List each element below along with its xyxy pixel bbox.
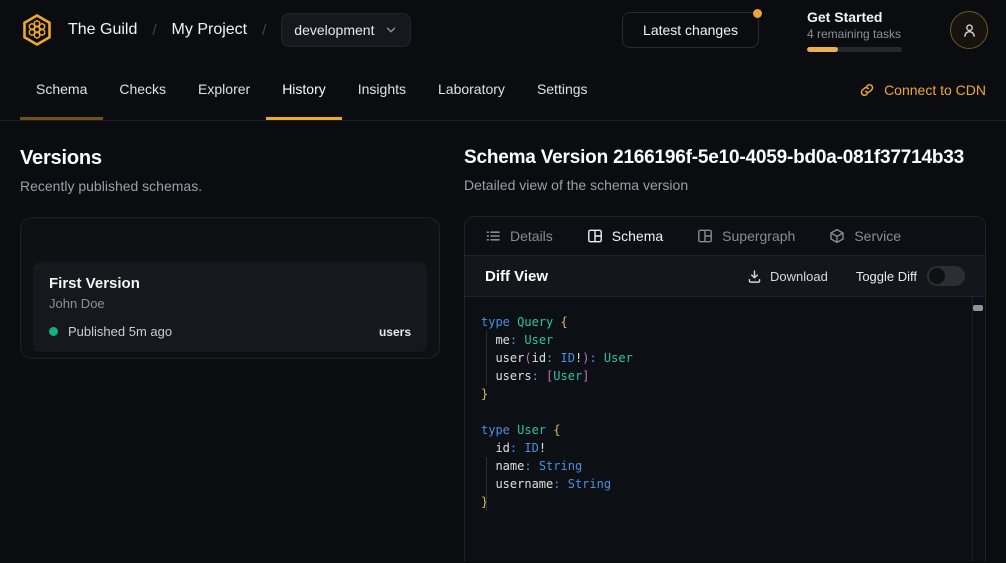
tab-details-label: Details xyxy=(510,228,553,244)
tab-service[interactable]: Service xyxy=(829,228,901,244)
breadcrumb-project[interactable]: My Project xyxy=(172,21,248,39)
get-started-title: Get Started xyxy=(807,9,902,25)
tab-schema-label: Schema xyxy=(612,228,663,244)
header-right-group: Latest changes Get Started 4 remaining t… xyxy=(622,9,988,52)
notification-dot xyxy=(753,9,762,18)
tab-schema-detail[interactable]: Schema xyxy=(587,228,663,244)
tab-insights[interactable]: Insights xyxy=(342,60,422,120)
download-label: Download xyxy=(770,269,828,284)
code-line: type Query { xyxy=(481,313,961,331)
tab-supergraph[interactable]: Supergraph xyxy=(697,228,795,244)
schema-version-subtitle: Detailed view of the schema version xyxy=(464,177,986,193)
published-status-dot xyxy=(49,327,58,336)
tab-details[interactable]: Details xyxy=(485,228,553,244)
tab-settings[interactable]: Settings xyxy=(521,60,604,120)
code-line: me: User xyxy=(481,331,961,349)
code-line: } xyxy=(481,493,961,511)
list-icon xyxy=(485,228,501,244)
tab-explorer[interactable]: Explorer xyxy=(182,60,266,120)
tab-schema[interactable]: Schema xyxy=(20,60,103,120)
breadcrumb-separator: / xyxy=(152,22,156,39)
connect-to-cdn-button[interactable]: Connect to CDN xyxy=(859,60,986,120)
user-avatar[interactable] xyxy=(950,11,988,49)
toggle-diff-label: Toggle Diff xyxy=(856,269,917,284)
code-line: users: [User] xyxy=(481,367,961,385)
indent-guide xyxy=(486,331,487,385)
toggle-diff-group: Toggle Diff xyxy=(856,266,965,286)
version-detail-tabs: Details Schema Sup xyxy=(465,217,985,255)
code-scrollbar-thumb[interactable] xyxy=(973,305,983,311)
versions-subtitle: Recently published schemas. xyxy=(20,178,440,194)
split-columns-icon xyxy=(587,228,603,244)
target-nav-tabs: Schema Checks Explorer History Insights … xyxy=(0,60,1006,121)
code-line: } xyxy=(481,385,961,403)
split-columns-icon xyxy=(697,228,713,244)
progress-fill xyxy=(807,47,838,52)
indent-guide xyxy=(486,457,487,511)
chevron-down-icon xyxy=(384,23,398,37)
main-content: Versions Recently published schemas. Fir… xyxy=(0,121,1006,561)
diff-view-header: Diff View Download Toggle Diff xyxy=(465,255,985,297)
download-button[interactable]: Download xyxy=(747,269,828,284)
environment-select[interactable]: development xyxy=(281,13,411,47)
diff-view-actions: Download Toggle Diff xyxy=(747,266,965,286)
tab-history[interactable]: History xyxy=(266,60,342,120)
cube-icon xyxy=(829,228,845,244)
tab-supergraph-label: Supergraph xyxy=(722,228,795,244)
version-status-row: Published 5m ago users xyxy=(49,324,411,339)
code-line xyxy=(481,403,961,421)
guild-honeycomb-logo[interactable] xyxy=(20,13,54,47)
code-scrollbar-track xyxy=(972,297,973,561)
code-line: id: ID! xyxy=(481,439,961,457)
diff-view-title: Diff View xyxy=(485,268,548,285)
breadcrumb-org[interactable]: The Guild xyxy=(68,21,137,39)
schema-version-title: Schema Version 2166196f-5e10-4059-bd0a-0… xyxy=(464,147,986,169)
version-detail-box: Details Schema Sup xyxy=(464,216,986,561)
versions-title: Versions xyxy=(20,147,440,170)
link-icon xyxy=(859,82,875,98)
download-icon xyxy=(747,269,762,284)
schema-code-viewer[interactable]: type Query { me: User user(id: ID!): Use… xyxy=(465,297,985,561)
version-detail-panel: Schema Version 2166196f-5e10-4059-bd0a-0… xyxy=(464,147,986,561)
code-line: username: String xyxy=(481,475,961,493)
breadcrumb: The Guild / My Project / development xyxy=(68,13,411,47)
versions-list-card: First Version John Doe Published 5m ago … xyxy=(20,217,440,359)
breadcrumb-separator: / xyxy=(262,22,266,39)
code-line: user(id: ID!): User xyxy=(481,349,961,367)
code-line: type User { xyxy=(481,421,961,439)
latest-changes-button[interactable]: Latest changes xyxy=(622,12,759,48)
version-name: First Version xyxy=(49,275,411,292)
tab-checks[interactable]: Checks xyxy=(103,60,182,120)
version-author: John Doe xyxy=(49,296,411,311)
top-header: The Guild / My Project / development Lat… xyxy=(0,0,1006,60)
toggle-knob xyxy=(929,268,945,284)
connect-to-cdn-label: Connect to CDN xyxy=(884,82,986,98)
get-started-widget[interactable]: Get Started 4 remaining tasks xyxy=(807,9,902,52)
get-started-progress-bar xyxy=(807,47,902,52)
toggle-diff-switch[interactable] xyxy=(927,266,965,286)
code-line: name: String xyxy=(481,457,961,475)
version-list-item[interactable]: First Version John Doe Published 5m ago … xyxy=(33,262,427,352)
versions-panel: Versions Recently published schemas. Fir… xyxy=(20,147,440,561)
version-published-status: Published 5m ago xyxy=(68,324,172,339)
tab-service-label: Service xyxy=(854,228,901,244)
get-started-remaining-tasks: 4 remaining tasks xyxy=(807,27,902,41)
tab-laboratory[interactable]: Laboratory xyxy=(422,60,521,120)
user-icon xyxy=(961,22,978,39)
version-service-badge: users xyxy=(379,325,411,339)
code-content: type Query { me: User user(id: ID!): Use… xyxy=(481,313,961,511)
environment-select-value: development xyxy=(294,22,374,38)
